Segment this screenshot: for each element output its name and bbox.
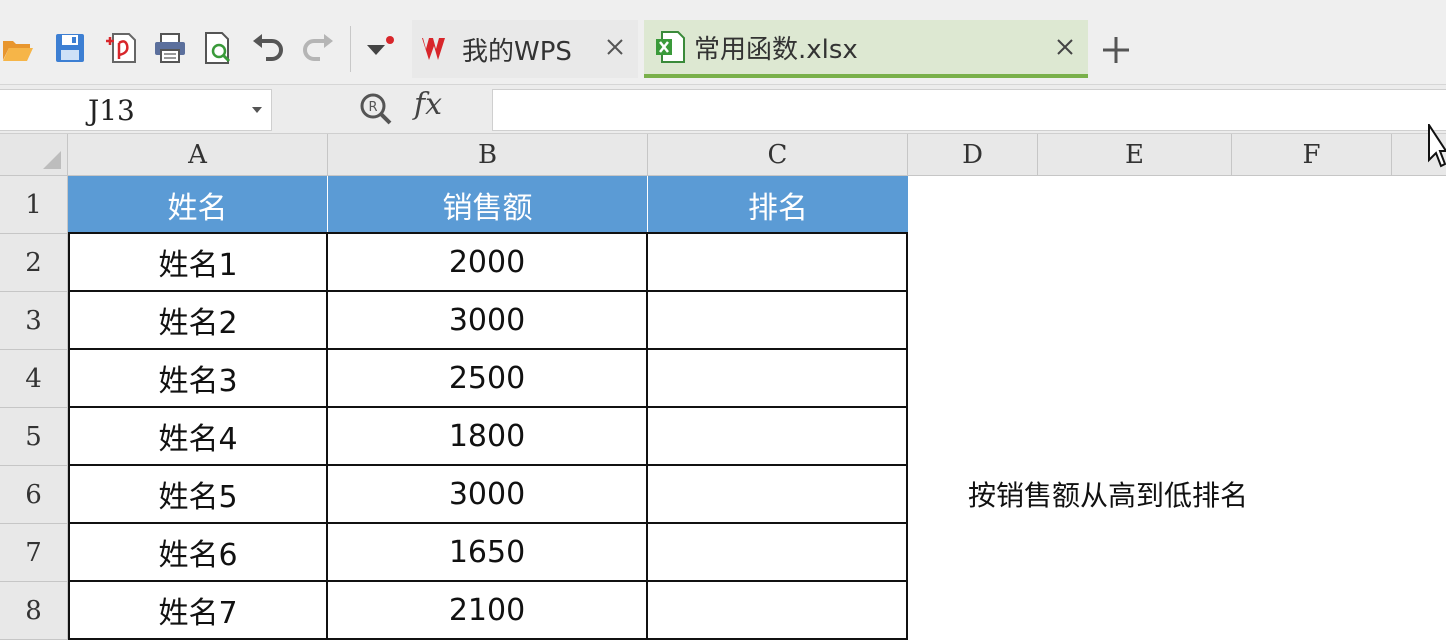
cell-a7[interactable]: 姓名6 [70, 524, 328, 582]
open-icon[interactable] [0, 30, 36, 66]
formula-input[interactable] [492, 89, 1446, 131]
mouse-cursor-icon [1428, 124, 1446, 168]
redo-icon[interactable] [300, 30, 336, 66]
cell-b6[interactable]: 3000 [328, 466, 648, 524]
print-icon[interactable] [152, 30, 188, 66]
excel-file-icon [652, 29, 688, 65]
column-header-e[interactable]: E [1038, 134, 1232, 176]
cell-a4[interactable]: 姓名3 [70, 350, 328, 408]
column-header-f[interactable]: F [1232, 134, 1392, 176]
zoom-formula-icon[interactable]: R [356, 89, 396, 129]
cell-b5[interactable]: 1800 [328, 408, 648, 466]
row-header-5[interactable]: 5 [0, 408, 68, 466]
table-header-sales[interactable]: 销售额 [328, 176, 648, 234]
cell-c6[interactable] [648, 466, 908, 524]
cell-c8[interactable] [648, 582, 908, 640]
row-header-8[interactable]: 8 [0, 582, 68, 640]
tab-label: 常用函数.xlsx [694, 34, 858, 65]
cell-b4[interactable]: 2500 [328, 350, 648, 408]
row-header-4[interactable]: 4 [0, 350, 68, 408]
cell-b7[interactable]: 1650 [328, 524, 648, 582]
table-header-rank[interactable]: 排名 [648, 176, 908, 234]
cell-c3[interactable] [648, 292, 908, 350]
cell-b3[interactable]: 3000 [328, 292, 648, 350]
cell-c2[interactable] [648, 234, 908, 292]
cell-a3[interactable]: 姓名2 [70, 292, 328, 350]
spreadsheet-grid[interactable]: A B C D E F 1 2 3 4 5 6 7 8 姓名 销售额 排名 姓名… [0, 134, 1446, 640]
column-header-a[interactable]: A [68, 134, 328, 176]
quick-access-toolbar: 我的WPS 常用函数.xlsx [0, 0, 1446, 84]
column-header-d[interactable]: D [908, 134, 1038, 176]
save-icon[interactable] [52, 30, 88, 66]
tab-workbook[interactable]: 常用函数.xlsx [644, 20, 1088, 78]
tab-my-wps[interactable]: 我的WPS [412, 20, 638, 78]
name-box-value: J13 [88, 94, 135, 127]
select-all-corner[interactable] [0, 134, 68, 176]
name-box[interactable]: J13 [0, 89, 272, 131]
export-pdf-icon[interactable] [104, 30, 140, 66]
svg-text:R: R [368, 100, 377, 115]
cell-c4[interactable] [648, 350, 908, 408]
close-icon[interactable] [1052, 34, 1078, 60]
column-header-b[interactable]: B [328, 134, 648, 176]
new-tab-plus-icon[interactable] [1096, 30, 1136, 70]
row-header-1[interactable]: 1 [0, 176, 68, 234]
table-header-name[interactable]: 姓名 [68, 176, 328, 234]
cell-c5[interactable] [648, 408, 908, 466]
cell-a2[interactable]: 姓名1 [70, 234, 328, 292]
print-preview-icon[interactable] [200, 30, 236, 66]
cell-c7[interactable] [648, 524, 908, 582]
wps-logo-icon [420, 31, 456, 67]
formula-bar: J13 R fx [0, 84, 1446, 134]
insert-function-icon[interactable]: fx [414, 87, 442, 122]
close-icon[interactable] [602, 34, 628, 60]
column-header-c[interactable]: C [648, 134, 908, 176]
chevron-down-icon[interactable] [249, 104, 265, 116]
cell-a8[interactable]: 姓名7 [70, 582, 328, 640]
cell-a5[interactable]: 姓名4 [70, 408, 328, 466]
undo-icon[interactable] [250, 30, 286, 66]
row-header-3[interactable]: 3 [0, 292, 68, 350]
cell-a6[interactable]: 姓名5 [70, 466, 328, 524]
row-header-7[interactable]: 7 [0, 524, 68, 582]
row-header-6[interactable]: 6 [0, 466, 68, 524]
tab-label: 我的WPS [462, 36, 572, 67]
row-header-2[interactable]: 2 [0, 234, 68, 292]
instruction-note[interactable]: 按销售额从高到低排名 [968, 474, 1248, 514]
cell-b2[interactable]: 2000 [328, 234, 648, 292]
customize-dropdown-icon[interactable] [362, 30, 398, 66]
toolbar-separator [350, 26, 351, 72]
cell-b8[interactable]: 2100 [328, 582, 648, 640]
